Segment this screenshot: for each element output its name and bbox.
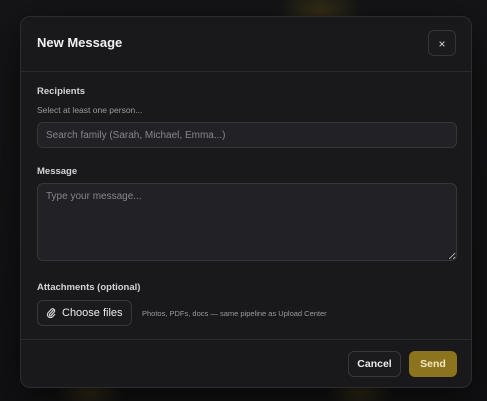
- message-label: Message: [37, 166, 78, 177]
- close-button[interactable]: ×: [428, 30, 456, 56]
- footer-divider: [21, 339, 471, 340]
- send-button[interactable]: Send: [409, 351, 457, 377]
- recipients-hint: Select at least one person...: [37, 105, 143, 115]
- recipients-label: Recipients: [37, 86, 86, 97]
- paperclip-icon: [46, 308, 56, 319]
- cancel-button[interactable]: Cancel: [348, 351, 401, 377]
- choose-files-label: Choose files: [62, 307, 123, 319]
- new-message-dialog: New Message × Recipients Select at least…: [20, 16, 472, 388]
- recipients-search-input[interactable]: [37, 122, 457, 148]
- attachments-label: Attachments (optional): [37, 282, 141, 293]
- attachments-note: Photos, PDFs, docs — same pipeline as Up…: [142, 309, 327, 318]
- dialog-title: New Message: [37, 35, 123, 50]
- dialog-header: New Message ×: [21, 17, 471, 72]
- message-textarea[interactable]: [37, 183, 457, 261]
- choose-files-button[interactable]: Choose files: [37, 300, 132, 326]
